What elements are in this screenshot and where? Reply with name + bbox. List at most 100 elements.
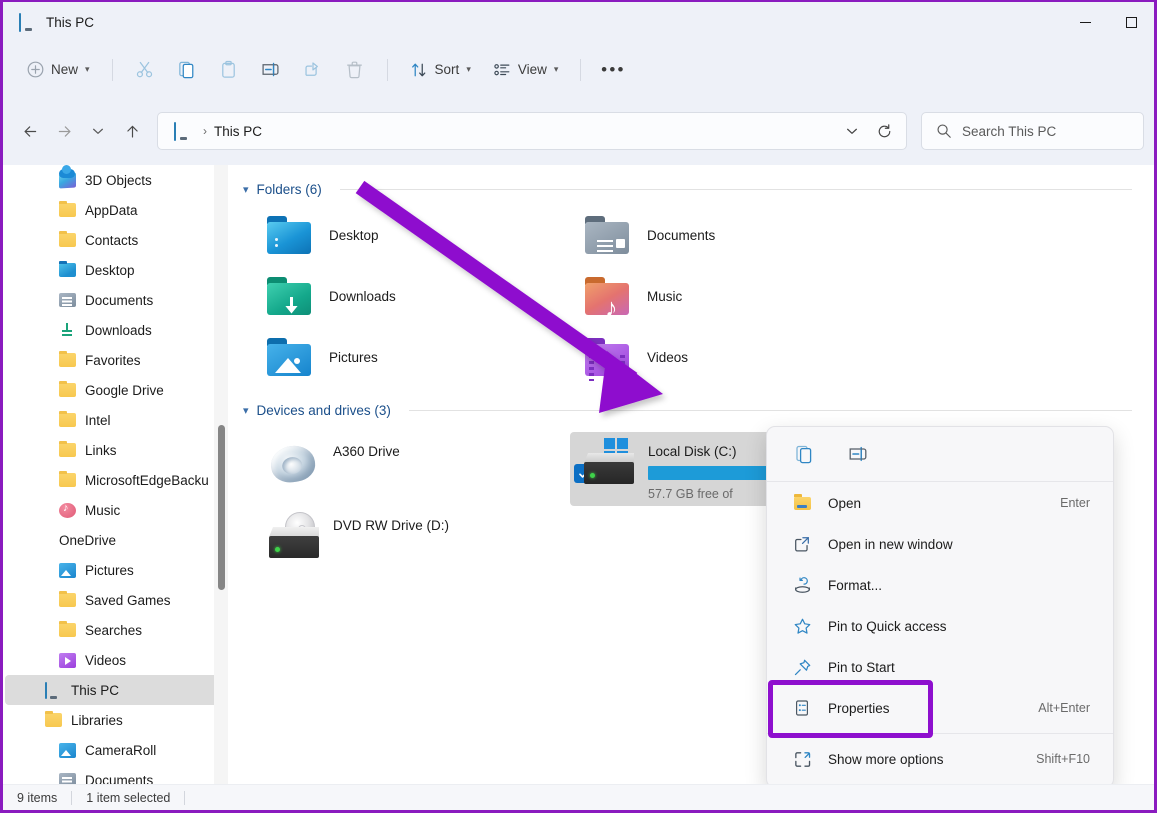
forward-arrow-icon	[58, 125, 71, 137]
sidebar-item-label: Contacts	[85, 232, 139, 248]
folder-tile-documents[interactable]: Documents	[573, 205, 891, 266]
sidebar-item-label: Documents	[85, 292, 154, 308]
cut-icon	[136, 61, 153, 78]
rename-button[interactable]	[251, 53, 291, 87]
sidebar-item-google-drive[interactable]: Google Drive	[5, 375, 223, 405]
cut-button[interactable]	[125, 53, 165, 87]
window-title: This PC	[46, 14, 95, 30]
drive-tile-a360-drive[interactable]: A360 Drive	[255, 432, 570, 506]
context-menu-items: Open Enter Open in new window Format... Pin …	[767, 483, 1113, 779]
context-menu-item-open[interactable]: Open Enter	[772, 483, 1108, 523]
folder-tile-label: Videos	[647, 350, 689, 365]
folder-tile-desktop[interactable]: Desktop	[255, 205, 573, 266]
breadcrumb[interactable]: This PC	[214, 124, 262, 139]
breadcrumb-separator: ›	[203, 124, 207, 138]
folder-tile-pictures[interactable]: Pictures	[255, 327, 573, 388]
sidebar-item-links[interactable]: Links	[5, 435, 223, 465]
address-bar[interactable]: › This PC	[157, 112, 907, 150]
folder-icon	[59, 620, 76, 637]
address-dropdown-button[interactable]	[836, 115, 868, 147]
up-button[interactable]	[115, 114, 149, 148]
sidebar-item-microsoftedgebacku[interactable]: MicrosoftEdgeBacku	[5, 465, 223, 495]
folder-open-icon	[792, 493, 812, 513]
sidebar-item-intel[interactable]: Intel	[5, 405, 223, 435]
folder-tile-music[interactable]: ♪ Music	[573, 266, 891, 327]
sidebar-item-label: Documents	[85, 772, 154, 785]
new-button[interactable]: New ▾	[17, 53, 100, 87]
rename-button[interactable]	[839, 437, 877, 471]
chevron-down-icon	[847, 128, 857, 134]
sidebar-item-libraries[interactable]: Libraries	[5, 705, 223, 735]
sidebar-item-label: Searches	[85, 622, 143, 638]
sidebar-item-appdata[interactable]: AppData	[5, 195, 223, 225]
recent-locations-button[interactable]	[81, 114, 115, 148]
folder-tile-label: Pictures	[329, 350, 378, 365]
drive-tile-dvd-rw-drive-d-[interactable]: DVD RW Drive (D:)	[255, 506, 570, 580]
delete-button[interactable]	[335, 53, 375, 87]
sidebar-item-downloads[interactable]: Downloads	[5, 315, 223, 345]
context-menu-item-shortcut: Shift+F10	[1036, 752, 1090, 766]
sidebar-item-documents[interactable]: Documents	[5, 285, 223, 315]
view-button[interactable]: View ▾	[483, 53, 569, 87]
status-item-count: 9 items	[17, 790, 58, 805]
sidebar-item-videos[interactable]: Videos	[5, 645, 223, 675]
desktop-folder-icon	[265, 214, 313, 258]
more-options-button[interactable]: •••	[593, 53, 633, 87]
context-menu-item-format[interactable]: Format...	[772, 565, 1108, 605]
sidebar-item-cameraroll[interactable]: CameraRoll	[5, 735, 223, 765]
dvd-drive-icon	[265, 512, 321, 564]
drive-info: A360 Drive	[333, 438, 400, 466]
sidebar-item-searches[interactable]: Searches	[5, 615, 223, 645]
sidebar-item-favorites[interactable]: Favorites	[5, 345, 223, 375]
rename-icon	[849, 446, 867, 462]
context-menu-item-open-in-new-window[interactable]: Open in new window	[772, 524, 1108, 564]
sidebar-item-3d-objects[interactable]: 3D Objects	[5, 165, 223, 195]
back-arrow-icon	[23, 125, 36, 137]
search-box[interactable]: Search This PC	[921, 112, 1144, 150]
sidebar-item-desktop[interactable]: Desktop	[5, 255, 223, 285]
folders-group-header[interactable]: ▾ Folders (6)	[231, 165, 1154, 199]
share-button[interactable]	[293, 53, 333, 87]
chevron-down-icon[interactable]: ▾	[243, 404, 249, 417]
sidebar-item-label: Desktop	[85, 262, 135, 278]
music-icon	[59, 502, 76, 518]
sidebar-item-contacts[interactable]: Contacts	[5, 225, 223, 255]
navigation-bar: › This PC Search This PC	[3, 97, 1154, 165]
sidebar-item-onedrive[interactable]: OneDrive	[5, 165, 223, 555]
back-button[interactable]	[13, 114, 47, 148]
paste-icon	[222, 60, 235, 78]
view-button-label: View	[517, 62, 547, 77]
sidebar-item-saved-games[interactable]: Saved Games	[5, 585, 223, 615]
sidebar-item-pictures[interactable]: Pictures	[5, 555, 223, 585]
drive-label: A360 Drive	[333, 444, 400, 459]
folder-tile-videos[interactable]: Videos	[573, 327, 891, 388]
chevron-down-icon[interactable]: ▾	[243, 183, 249, 196]
context-menu-icon-row	[767, 427, 1113, 481]
sidebar-item-label: Links	[85, 442, 117, 458]
copy-icon	[179, 61, 194, 79]
paste-button[interactable]	[209, 53, 249, 87]
folder-icon	[45, 710, 62, 727]
sort-button-label: Sort	[434, 62, 460, 77]
context-menu-item-show-more-options[interactable]: Show more options Shift+F10	[772, 739, 1108, 779]
minimize-button[interactable]	[1062, 2, 1108, 42]
context-menu-item-properties[interactable]: Properties Alt+Enter	[772, 688, 1108, 728]
search-input[interactable]: Search This PC	[962, 124, 1056, 139]
drives-group-title: Devices and drives (3)	[256, 402, 391, 418]
sidebar-scrollbar-thumb[interactable]	[218, 425, 225, 590]
sidebar-item-this-pc[interactable]: This PC	[5, 675, 223, 705]
music-folder-icon: ♪	[583, 275, 631, 320]
folder-tile-downloads[interactable]: Downloads	[255, 266, 573, 327]
maximize-button[interactable]	[1108, 2, 1154, 42]
copy-button[interactable]	[785, 437, 823, 471]
context-menu-item-pin-to-quick-access[interactable]: Pin to Quick access	[772, 606, 1108, 646]
copy-button[interactable]	[167, 53, 207, 87]
sort-button[interactable]: Sort ▾	[400, 53, 481, 87]
context-menu-item-pin-to-start[interactable]: Pin to Start	[772, 647, 1108, 687]
sidebar-item-music[interactable]: Music	[5, 495, 223, 525]
sidebar-item-documents[interactable]: Documents	[5, 765, 223, 784]
forward-button[interactable]	[47, 114, 81, 148]
refresh-button[interactable]	[868, 115, 900, 147]
open-new-window-icon	[792, 534, 812, 554]
drives-group-header[interactable]: ▾ Devices and drives (3)	[231, 388, 1154, 422]
